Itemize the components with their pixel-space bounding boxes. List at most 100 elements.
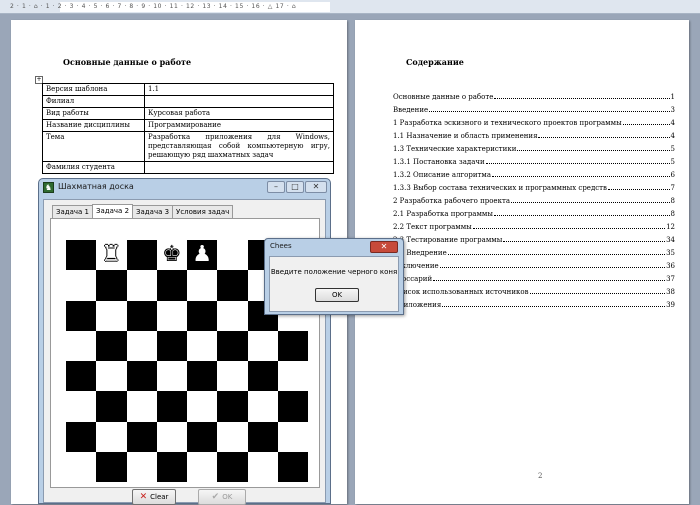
toc-entry[interactable]: 2 Разработка рабочего проекта 8 [393, 192, 675, 205]
board-square[interactable]: ♜ [96, 240, 127, 271]
toc-entry[interactable]: Заключение 36 [393, 257, 675, 270]
board-square[interactable] [187, 391, 218, 422]
tab-task-3[interactable]: Задача 3 [132, 205, 174, 218]
board-square[interactable] [277, 391, 308, 422]
board-square[interactable] [126, 361, 157, 392]
black-king-icon[interactable]: ♚ [162, 244, 182, 266]
dialog-close-button[interactable]: ✕ [370, 241, 398, 253]
board-square[interactable] [217, 391, 248, 422]
maximize-button[interactable]: □ [286, 181, 304, 193]
board-square[interactable] [187, 270, 218, 301]
board-square[interactable] [126, 270, 157, 301]
toc-entry[interactable]: Список использованных источников 38 [393, 283, 675, 296]
board-square[interactable] [217, 361, 248, 392]
board-square[interactable] [187, 421, 218, 452]
window-titlebar[interactable]: ♞ Шахматная доска – □ ✕ [39, 179, 330, 197]
board-square[interactable] [126, 240, 157, 271]
board-square[interactable] [247, 421, 278, 452]
document-page-2[interactable]: Содержание Основные данные о работе 1 Введ… [355, 20, 689, 504]
board-square[interactable] [96, 451, 127, 482]
message-dialog[interactable]: Chees ✕ Введите положение черного коня O… [264, 238, 404, 315]
toc-entry[interactable]: 2.4 Внедрение 35 [393, 244, 675, 257]
toc-entry[interactable]: 1 Разработка эскизного и технического пр… [393, 114, 675, 127]
board-square[interactable] [217, 330, 248, 361]
board-square[interactable] [277, 361, 308, 392]
toc-entry[interactable]: 1.1 Назначение и область применения 4 [393, 127, 675, 140]
toc-entry[interactable]: Введение 3 [393, 101, 675, 114]
board-square[interactable] [96, 391, 127, 422]
board-square[interactable] [187, 451, 218, 482]
board-square[interactable] [126, 451, 157, 482]
chess-app-icon: ♞ [43, 182, 54, 193]
toc-entry[interactable]: Глоссарий 37 [393, 270, 675, 283]
clear-button[interactable]: ✕ Clear [132, 489, 176, 505]
toc-entry[interactable]: Основные данные о работе 1 [393, 88, 675, 101]
board-square[interactable] [66, 270, 97, 301]
board-square[interactable] [126, 421, 157, 452]
board-square[interactable] [96, 270, 127, 301]
board-square[interactable] [247, 330, 278, 361]
toc-entry[interactable]: 2.3 Тестирование программы 34 [393, 231, 675, 244]
board-square[interactable] [247, 361, 278, 392]
toc-entry-text: 2.2 Текст программы [393, 223, 472, 231]
chess-board-window[interactable]: ♞ Шахматная доска – □ ✕ Задача 1 Задача 2… [38, 178, 331, 505]
board-square[interactable] [247, 451, 278, 482]
tab-task-2[interactable]: Задача 2 [92, 204, 134, 218]
toc-entry[interactable]: 1.3.2 Описание алгоритма 6 [393, 166, 675, 179]
board-square[interactable] [217, 300, 248, 331]
white-rook-icon[interactable]: ♜ [102, 244, 122, 266]
toc-entry[interactable]: 1.3.1 Постановка задачи 5 [393, 153, 675, 166]
board-square[interactable] [96, 330, 127, 361]
board-square[interactable] [187, 300, 218, 331]
dialog-ok-button[interactable]: OK [315, 288, 359, 302]
board-square[interactable] [277, 451, 308, 482]
table-key-cell: Филиал [42, 95, 145, 108]
board-square[interactable] [217, 421, 248, 452]
toc-page-number: 34 [666, 236, 675, 244]
white-pawn-icon[interactable]: ♟ [192, 244, 212, 266]
toc-entry[interactable]: 2.2 Текст программы 12 [393, 218, 675, 231]
board-square[interactable] [66, 240, 97, 271]
toc-entry[interactable]: Приложения 39 [393, 296, 675, 309]
toc-page-number: 4 [670, 119, 675, 127]
toc-entry[interactable]: 2.1 Разработка программы 8 [393, 205, 675, 218]
board-square[interactable] [126, 300, 157, 331]
toc-entry[interactable]: 1.3 Технические характеристики 5 [393, 140, 675, 153]
board-square[interactable] [66, 421, 97, 452]
board-square[interactable] [277, 330, 308, 361]
board-square[interactable]: ♚ [156, 240, 187, 271]
board-square[interactable] [96, 300, 127, 331]
board-square[interactable] [66, 391, 97, 422]
toc-entry[interactable]: 1.3.3 Выбор состава технических и програ… [393, 179, 675, 192]
board-square[interactable] [96, 361, 127, 392]
board-square[interactable] [156, 361, 187, 392]
board-square[interactable] [96, 421, 127, 452]
board-square[interactable] [126, 330, 157, 361]
tab-task-1[interactable]: Задача 1 [52, 205, 94, 218]
board-square[interactable] [217, 240, 248, 271]
board-square[interactable] [66, 361, 97, 392]
board-square[interactable] [217, 451, 248, 482]
board-square[interactable] [156, 300, 187, 331]
board-square[interactable] [156, 391, 187, 422]
minimize-button[interactable]: – [267, 181, 285, 193]
board-square[interactable] [66, 451, 97, 482]
board-square[interactable] [66, 330, 97, 361]
board-square[interactable] [217, 270, 248, 301]
board-square[interactable] [156, 270, 187, 301]
close-button[interactable]: ✕ [305, 181, 327, 193]
toc-page-number: 1 [670, 93, 675, 101]
board-square[interactable] [187, 361, 218, 392]
board-square[interactable]: ♟ [187, 240, 218, 271]
board-square[interactable] [66, 300, 97, 331]
board-square[interactable] [156, 451, 187, 482]
board-square[interactable] [247, 391, 278, 422]
board-square[interactable] [277, 421, 308, 452]
board-square[interactable] [156, 330, 187, 361]
tab-task-4[interactable]: Условия задач [172, 205, 234, 218]
ok-button[interactable]: ✔ OK [198, 489, 246, 505]
board-square[interactable] [187, 330, 218, 361]
board-square[interactable] [126, 391, 157, 422]
board-square[interactable] [156, 421, 187, 452]
horizontal-ruler[interactable]: 2 · 1 · ⌂ · 1 · 2 · 3 · 4 · 5 · 6 · 7 · … [0, 0, 700, 14]
